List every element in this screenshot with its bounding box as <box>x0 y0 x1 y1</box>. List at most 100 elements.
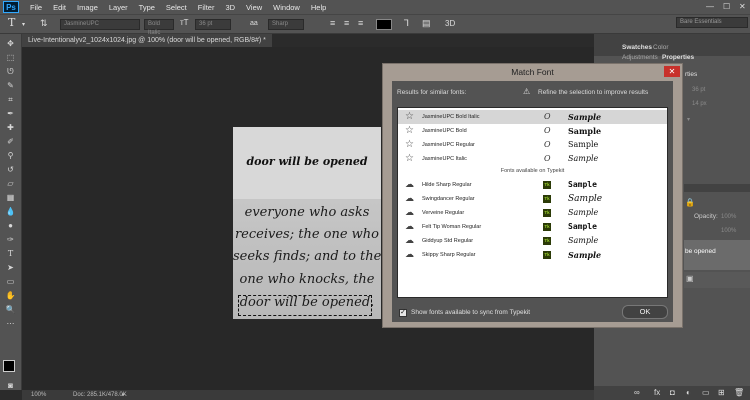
size-field[interactable]: 36 pt <box>692 87 705 93</box>
type-tool-icon[interactable]: T <box>5 248 16 259</box>
menu-file[interactable]: File <box>30 3 42 12</box>
more-tools-icon[interactable]: ⋯ <box>5 318 16 329</box>
eyedropper-tool-icon[interactable]: ✒ <box>5 108 16 119</box>
fx-icon[interactable]: fx <box>654 388 660 397</box>
ok-button[interactable]: OK <box>622 305 668 319</box>
healing-brush-tool-icon[interactable]: ✚ <box>5 122 16 133</box>
hand-tool-icon[interactable]: ✋ <box>5 290 16 301</box>
cloud-sync-icon[interactable]: ☁ <box>405 179 414 190</box>
toggle-orientation-icon[interactable]: ⇅ <box>40 18 48 29</box>
quick-select-tool-icon[interactable]: ✎ <box>5 80 16 91</box>
font-row[interactable]: ☆ JasmineUPC Regular O Sample <box>398 138 667 152</box>
menu-filter[interactable]: Filter <box>198 3 215 12</box>
layer-row-selected[interactable] <box>684 240 750 270</box>
3d-label[interactable]: 3D <box>445 19 455 28</box>
zoom-level[interactable]: 100% <box>31 392 46 398</box>
menu-view[interactable]: View <box>246 3 262 12</box>
tab-color[interactable]: Color <box>653 44 669 51</box>
font-row[interactable]: ☆ JasmineUPC Bold Italic O Sample <box>398 110 667 124</box>
opacity-value[interactable]: 100% <box>721 214 736 220</box>
font-size-select[interactable]: 36 pt <box>195 19 231 30</box>
document-tab[interactable]: Live-Intentionalyv2_1024x1024.jpg @ 100%… <box>22 34 272 47</box>
gradient-tool-icon[interactable]: ▦ <box>5 192 16 203</box>
font-row[interactable]: ☆ JasmineUPC Bold O Sample <box>398 124 667 138</box>
cloud-sync-icon[interactable]: ☁ <box>405 221 414 232</box>
cloud-sync-icon[interactable]: ☁ <box>405 249 414 260</box>
tab-properties[interactable]: Properties <box>662 54 694 61</box>
va-field[interactable]: ▾ <box>687 116 690 123</box>
character-panel-icon[interactable]: ▤ <box>422 18 431 29</box>
clone-stamp-tool-icon[interactable]: ⚲ <box>5 150 16 161</box>
warp-text-icon[interactable]: Ꞁ <box>404 18 409 29</box>
font-style-select[interactable]: Bold Italic <box>144 19 174 36</box>
group-icon[interactable]: ▭ <box>702 388 710 397</box>
trash-icon[interactable]: 🗑 <box>734 388 744 397</box>
tab-adjustments[interactable]: Adjustments <box>622 54 658 61</box>
workspace-select[interactable]: Bare Essentials <box>676 17 748 28</box>
zoom-tool-icon[interactable]: 🔍 <box>5 304 16 315</box>
close-window-icon[interactable]: ✕ <box>739 2 746 11</box>
dodge-tool-icon[interactable]: ● <box>5 220 16 231</box>
layer-row[interactable] <box>684 272 750 288</box>
lock-icon[interactable]: 🔒 <box>685 198 695 207</box>
move-tool-icon[interactable]: ✥ <box>5 38 16 49</box>
minimize-icon[interactable]: — <box>706 2 714 11</box>
lasso-tool-icon[interactable]: ᘎ <box>5 66 16 77</box>
crop-tool-icon[interactable]: ⌗ <box>5 94 16 105</box>
brush-tool-icon[interactable]: ✐ <box>5 136 16 147</box>
font-row[interactable]: ☆ JasmineUPC Italic O Sample <box>398 152 667 166</box>
mask-icon[interactable]: ◘ <box>670 388 675 397</box>
menu-window[interactable]: Window <box>273 3 300 12</box>
menu-select[interactable]: Select <box>166 3 187 12</box>
status-arrow-icon[interactable]: ▸ <box>122 391 125 398</box>
antialias-select[interactable]: Sharp <box>268 19 304 30</box>
path-select-tool-icon[interactable]: ➤ <box>5 262 16 273</box>
star-icon[interactable]: ☆ <box>405 111 414 122</box>
cloud-sync-icon[interactable]: ☁ <box>405 193 414 204</box>
menu-edit[interactable]: Edit <box>53 3 66 12</box>
star-icon[interactable]: ☆ <box>405 139 414 150</box>
dropdown-arrow-icon[interactable]: ▾ <box>22 21 25 28</box>
link-layers-icon[interactable]: ∞ <box>634 388 640 397</box>
font-family-select[interactable]: JasmineUPC <box>60 19 140 30</box>
eraser-tool-icon[interactable]: ▱ <box>5 178 16 189</box>
close-icon[interactable]: ✕ <box>664 66 680 77</box>
menu-3d[interactable]: 3D <box>225 3 235 12</box>
tab-swatches[interactable]: Swatches <box>622 44 652 51</box>
star-icon[interactable]: ☆ <box>405 153 414 164</box>
align-right-icon[interactable]: ≡ <box>358 18 363 28</box>
blur-tool-icon[interactable]: 💧 <box>5 206 16 217</box>
show-typekit-checkbox[interactable]: ✓ <box>399 309 407 317</box>
typekit-font-row[interactable]: ☁ Verveine Regular Tk Sample <box>398 206 667 220</box>
text-color-swatch[interactable] <box>376 19 392 30</box>
fill-value[interactable]: 100% <box>721 228 736 234</box>
menu-type[interactable]: Type <box>139 3 155 12</box>
foreground-color-swatch[interactable] <box>3 360 15 372</box>
typekit-font-row[interactable]: ☁ Felt Tip Woman Regular Tk Sample <box>398 220 667 234</box>
typekit-font-row[interactable]: ☁ Giddyup Std Regular Tk Sample <box>398 234 667 248</box>
typekit-font-row[interactable]: ☁ Swingdancer Regular Tk Sample <box>398 192 667 206</box>
pen-tool-icon[interactable]: ✑ <box>5 234 16 245</box>
cloud-sync-icon[interactable]: ☁ <box>405 207 414 218</box>
align-left-icon[interactable]: ≡ <box>330 18 335 28</box>
adjustment-layer-icon[interactable]: ◐ <box>686 388 691 397</box>
leading-field[interactable]: 14 px <box>692 101 707 107</box>
new-layer-icon[interactable]: ⊞ <box>718 388 725 397</box>
star-icon[interactable]: ☆ <box>405 125 414 136</box>
maximize-icon[interactable]: ☐ <box>723 2 730 11</box>
shape-tool-icon[interactable]: ▭ <box>5 276 16 287</box>
layer-name[interactable]: be opened <box>685 248 716 255</box>
type-tool-icon[interactable]: T <box>8 16 15 29</box>
menu-image[interactable]: Image <box>77 3 98 12</box>
document-image[interactable]: door will be opened everyone who asks re… <box>233 127 381 319</box>
align-center-icon[interactable]: ≡ <box>344 18 349 28</box>
text-selection-box[interactable] <box>238 295 372 316</box>
quick-mask-icon[interactable]: ◙ <box>5 380 16 391</box>
history-brush-tool-icon[interactable]: ↺ <box>5 164 16 175</box>
menu-help[interactable]: Help <box>311 3 326 12</box>
typekit-font-row[interactable]: ☁ Hilde Sharp Regular Tk Sample <box>398 178 667 192</box>
typekit-font-row[interactable]: ☁ Skippy Sharp Regular Tk Sample <box>398 248 667 262</box>
cloud-sync-icon[interactable]: ☁ <box>405 235 414 246</box>
marquee-tool-icon[interactable]: ⬚ <box>5 52 16 63</box>
menu-layer[interactable]: Layer <box>109 3 128 12</box>
